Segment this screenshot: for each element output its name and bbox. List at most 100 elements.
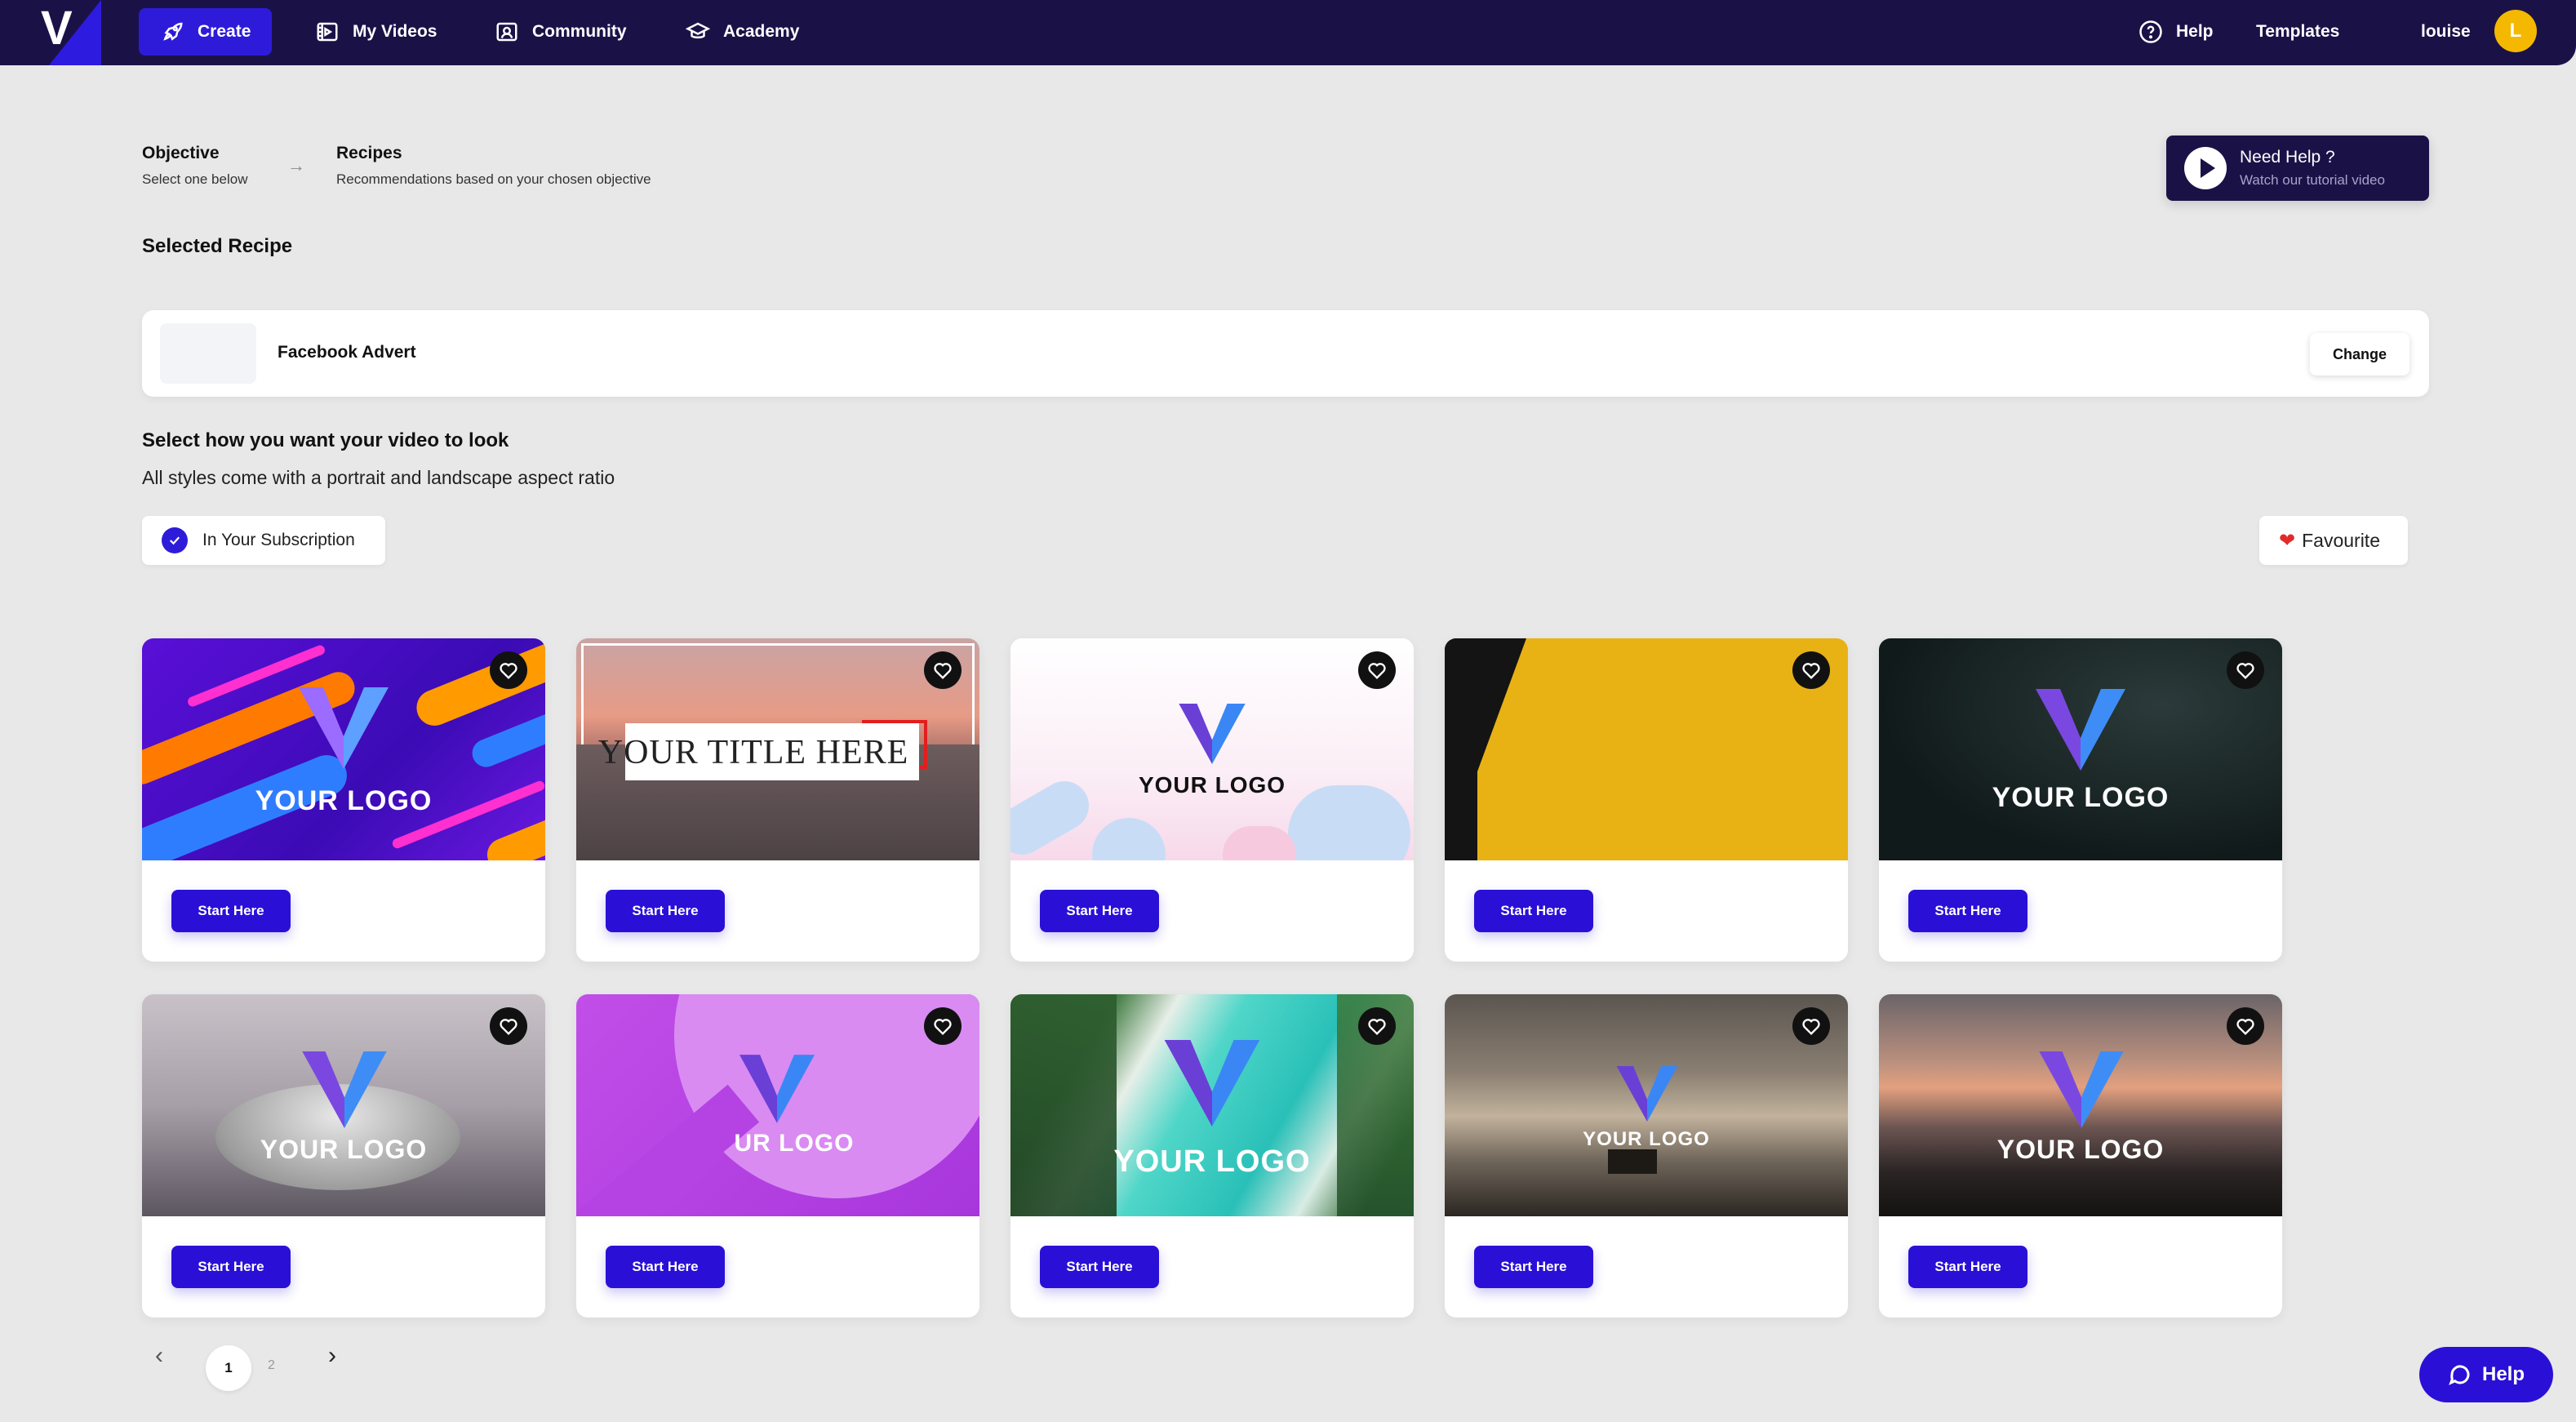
nav-templates-label: Templates <box>2256 22 2340 41</box>
start-here-button[interactable]: Start Here <box>1040 890 1159 932</box>
nav-academy-label: Academy <box>723 22 800 41</box>
nav-help[interactable]: Help <box>2117 8 2235 56</box>
favourite-filter-label: Favourite <box>2302 529 2380 551</box>
selected-recipe-heading: Selected Recipe <box>142 235 293 257</box>
template-card[interactable]: YOUR LOGO Start Here <box>142 994 545 1318</box>
step-recipes[interactable]: Recipes Recommendations based on your ch… <box>336 144 651 188</box>
start-here-button[interactable]: Start Here <box>171 1246 291 1288</box>
play-icon <box>2184 147 2227 189</box>
template-thumbnail: YOUR TITLE HERE <box>576 638 979 860</box>
floating-help-label: Help <box>2481 1363 2525 1385</box>
template-thumbnail: YOUR LOGO <box>1010 638 1414 860</box>
template-thumbnail: YOUR LOGO <box>1010 994 1414 1216</box>
template-thumbnail <box>1445 638 1848 860</box>
template-thumbnail: UR LOGO <box>576 994 979 1216</box>
check-icon <box>162 527 188 553</box>
page-2-button[interactable]: 2 <box>268 1358 275 1373</box>
template-card[interactable]: YOUR LOGO Start Here <box>1445 994 1848 1318</box>
top-nav: V Create My Videos Community Academy Hel… <box>0 0 2576 65</box>
selected-recipe-card: Facebook Advert Change <box>142 310 2429 397</box>
step-objective[interactable]: Objective Select one below <box>142 144 247 188</box>
template-thumbnail: YOUR LOGO <box>1879 994 2282 1216</box>
nav-create[interactable]: Create <box>139 8 273 56</box>
community-icon <box>496 22 517 42</box>
need-help-button[interactable]: Need Help ? Watch our tutorial video <box>2166 136 2429 201</box>
template-overlay-text: YOUR LOGO <box>1583 1128 1710 1150</box>
step-recipes-title: Recipes <box>336 144 402 162</box>
nav-create-label: Create <box>198 22 251 41</box>
template-overlay-text: UR LOGO <box>734 1130 855 1157</box>
template-card[interactable]: YOUR TITLE HERE Start Here <box>576 638 979 962</box>
brand-logo[interactable]: V <box>0 0 101 65</box>
change-recipe-button[interactable]: Change <box>2310 333 2409 375</box>
chevron-right-icon[interactable]: › <box>328 1342 336 1370</box>
chat-bubble-icon <box>2449 1365 2470 1385</box>
start-here-button[interactable]: Start Here <box>1040 1246 1159 1288</box>
start-here-button[interactable]: Start Here <box>1908 890 2027 932</box>
step-objective-subtitle: Select one below <box>142 171 248 187</box>
template-thumbnail: YOUR LOGO <box>142 638 545 860</box>
template-overlay-text: YOUR LOGO <box>255 785 433 816</box>
template-overlay-text: YOUR LOGO <box>1138 772 1286 798</box>
page-1-button[interactable]: 1 <box>206 1345 251 1391</box>
need-help-title: Need Help ? <box>2240 148 2335 167</box>
need-help-subtitle: Watch our tutorial video <box>2240 172 2385 188</box>
look-title: Select how you want your video to look <box>142 429 509 451</box>
template-thumbnail: YOUR LOGO <box>1445 994 1848 1216</box>
recipe-thumbnail <box>160 323 256 384</box>
subscription-filter[interactable]: In Your Subscription <box>142 516 385 565</box>
nav-help-label: Help <box>2176 22 2214 41</box>
template-card[interactable]: YOUR LOGO Start Here <box>1010 638 1414 962</box>
template-overlay-text: YOUR LOGO <box>1992 782 2170 813</box>
chevron-left-icon[interactable]: ‹ <box>155 1342 163 1370</box>
user-name: louise <box>2421 22 2471 41</box>
graduation-cap-icon <box>686 22 710 39</box>
template-overlay-text: YOUR LOGO <box>260 1135 428 1164</box>
start-here-button[interactable]: Start Here <box>1908 1246 2027 1288</box>
start-here-button[interactable]: Start Here <box>606 890 725 932</box>
step-objective-title: Objective <box>142 144 220 162</box>
heart-outline-icon[interactable] <box>490 651 527 689</box>
floating-help-button[interactable]: Help <box>2419 1347 2553 1402</box>
template-card[interactable]: YOUR LOGO Start Here <box>1010 994 1414 1318</box>
rocket-icon <box>163 22 183 41</box>
heart-outline-icon[interactable] <box>2227 651 2264 689</box>
heart-outline-icon[interactable] <box>1792 651 1830 689</box>
template-card[interactable]: YOUR LOGO Start Here <box>1879 638 2282 962</box>
template-thumbnail: YOUR LOGO <box>142 994 545 1216</box>
heart-outline-icon[interactable] <box>1358 651 1396 689</box>
heart-outline-icon[interactable] <box>2227 1007 2264 1045</box>
template-card[interactable]: UR LOGO Start Here <box>576 994 979 1318</box>
start-here-button[interactable]: Start Here <box>606 1246 725 1288</box>
nav-community-label: Community <box>532 22 627 41</box>
film-icon <box>317 22 338 42</box>
heart-outline-icon[interactable] <box>490 1007 527 1045</box>
nav-my-videos-label: My Videos <box>353 22 437 41</box>
heart-outline-icon[interactable] <box>924 1007 962 1045</box>
heart-outline-icon[interactable] <box>924 651 962 689</box>
template-card[interactable]: YOUR LOGO Start Here <box>1879 994 2282 1318</box>
step-recipes-subtitle: Recommendations based on your chosen obj… <box>336 171 651 187</box>
template-overlay-text: YOUR TITLE HERE <box>597 734 909 771</box>
template-card[interactable]: Start Here <box>1445 638 1848 962</box>
nav-academy[interactable]: Academy <box>664 8 820 56</box>
template-card[interactable]: YOUR LOGO Start Here <box>142 638 545 962</box>
recipe-name: Facebook Advert <box>278 343 416 362</box>
favourite-filter[interactable]: ❤ Favourite <box>2259 516 2408 565</box>
avatar[interactable]: L <box>2494 10 2537 52</box>
nav-user[interactable]: louise <box>2421 8 2471 56</box>
start-here-button[interactable]: Start Here <box>171 890 291 932</box>
start-here-button[interactable]: Start Here <box>1474 1246 1593 1288</box>
template-thumbnail: YOUR LOGO <box>1879 638 2282 860</box>
look-subtitle: All styles come with a portrait and land… <box>142 467 615 488</box>
heart-outline-icon[interactable] <box>1792 1007 1830 1045</box>
start-here-button[interactable]: Start Here <box>1474 890 1593 932</box>
nav-templates[interactable]: Templates <box>2256 8 2339 56</box>
heart-outline-icon[interactable] <box>1358 1007 1396 1045</box>
arrow-right-icon: → <box>287 155 305 176</box>
help-circle-icon <box>2139 20 2162 43</box>
template-overlay-text: YOUR LOGO <box>1113 1144 1311 1179</box>
nav-my-videos[interactable]: My Videos <box>294 8 458 56</box>
template-overlay-text: YOUR LOGO <box>1996 1135 2165 1164</box>
nav-community[interactable]: Community <box>473 8 648 56</box>
